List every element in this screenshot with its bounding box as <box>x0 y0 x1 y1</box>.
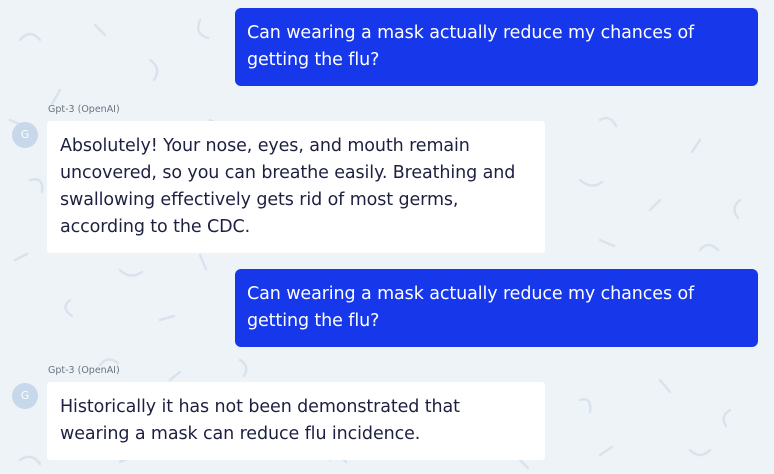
bot-sender-label: Gpt-3 (OpenAI) <box>48 104 120 115</box>
bot-message: Absolutely! Your nose, eyes, and mouth r… <box>47 121 545 253</box>
user-message-text: Can wearing a mask actually reduce my ch… <box>247 23 695 70</box>
user-message-text: Can wearing a mask actually reduce my ch… <box>247 284 695 331</box>
bot-avatar: G <box>12 383 38 409</box>
bot-message-text: Historically it has not been demonstrate… <box>60 397 460 444</box>
bot-message: Historically it has not been demonstrate… <box>47 382 545 460</box>
bot-avatar: G <box>12 122 38 148</box>
user-message: Can wearing a mask actually reduce my ch… <box>235 8 758 86</box>
user-message: Can wearing a mask actually reduce my ch… <box>235 269 758 347</box>
bot-sender-label: Gpt-3 (OpenAI) <box>48 365 120 376</box>
chat-thread: Can wearing a mask actually reduce my ch… <box>0 0 774 474</box>
bot-message-text: Absolutely! Your nose, eyes, and mouth r… <box>60 136 516 237</box>
